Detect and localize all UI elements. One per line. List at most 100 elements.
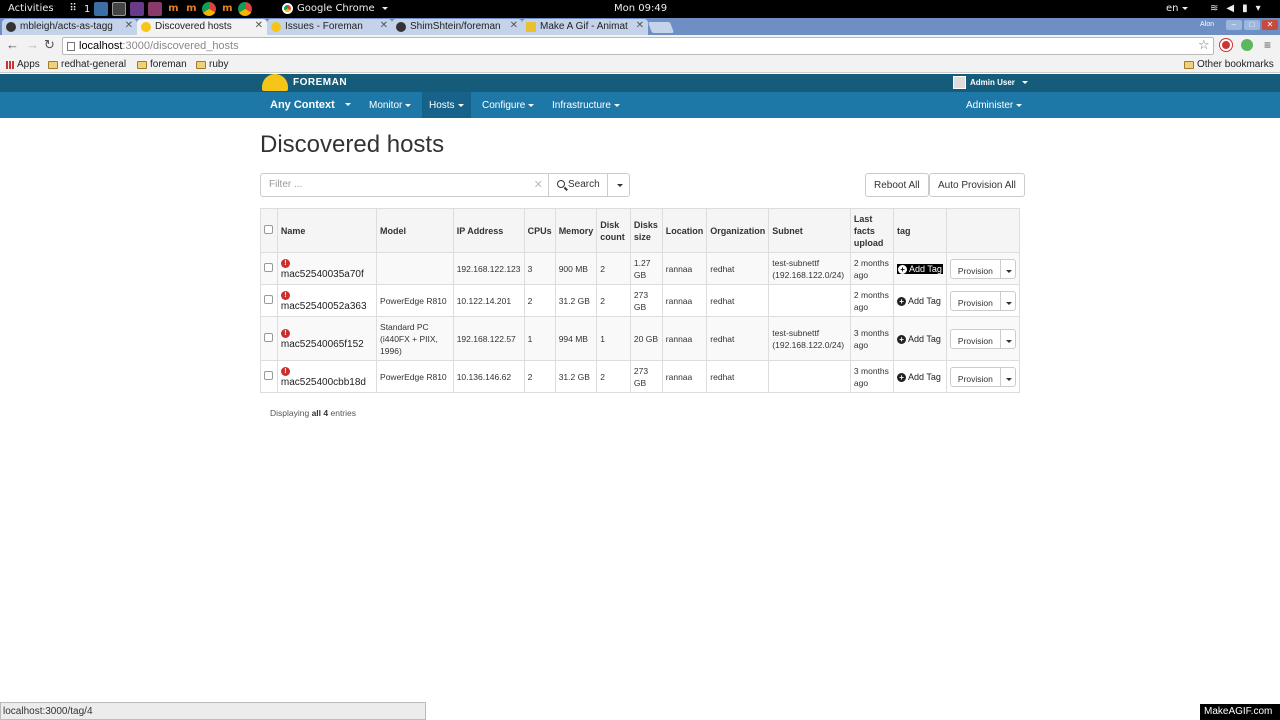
column-header[interactable]: Subnet [768, 208, 851, 253]
bookmarks-dropdown-button[interactable] [607, 173, 630, 197]
bookmark-folder[interactable]: foreman [137, 59, 187, 70]
host-link[interactable]: mac52540052a363 [281, 301, 367, 312]
bookmark-folder[interactable]: ruby [196, 59, 228, 70]
provision-button[interactable]: Provision [949, 366, 1001, 387]
column-header[interactable]: Memory [554, 208, 598, 253]
user-menu[interactable]: Admin User [953, 76, 1028, 89]
provision-button[interactable]: Provision [949, 290, 1001, 311]
new-tab-button[interactable] [647, 22, 675, 33]
maximize-icon[interactable]: □ [1244, 20, 1260, 30]
last-facts-cell: 2 months ago [849, 284, 895, 317]
app-menu[interactable]: Google Chrome [282, 3, 388, 14]
m-app-icon[interactable]: m [166, 2, 180, 16]
add-tag-link[interactable]: + Add Tag [897, 372, 941, 382]
browser-toolbar: ← → ↻ localhost:3000/discovered_hosts ☆ … [0, 35, 1280, 57]
context-selector[interactable]: Any Context [270, 99, 335, 111]
monitor-icon[interactable] [94, 2, 109, 16]
chrome-icon[interactable] [202, 2, 217, 16]
add-tag-link[interactable]: + Add Tag [897, 263, 943, 274]
host-link[interactable]: mac52540065f152 [281, 339, 364, 350]
column-header[interactable]: CPUs [523, 208, 556, 253]
add-tag-link[interactable]: + Add Tag [897, 334, 941, 344]
host-link[interactable]: mac525400cbb18d [281, 377, 366, 388]
forward-icon[interactable]: → [26, 38, 39, 52]
bookmark-folder[interactable]: redhat-general [48, 59, 126, 70]
select-all-checkbox[interactable] [264, 224, 273, 234]
brand-name[interactable]: FOREMAN [293, 77, 347, 88]
reload-icon[interactable]: ↻ [44, 38, 55, 52]
browser-tab[interactable]: Issues - Foreman ✕ [267, 19, 392, 35]
browser-tab[interactable]: mbleigh/acts-as-tagg ✕ [2, 19, 137, 35]
nav-hosts[interactable]: Hosts [422, 92, 471, 118]
minimize-icon[interactable]: – [1226, 20, 1242, 30]
activities-button[interactable]: Activities [8, 3, 54, 14]
column-header[interactable]: Organization [706, 208, 770, 253]
nav-infrastructure[interactable]: Infrastructure [545, 92, 627, 118]
other-bookmarks[interactable]: Other bookmarks [1184, 59, 1274, 70]
search-button[interactable]: Search [548, 173, 608, 197]
back-icon[interactable]: ← [6, 38, 19, 52]
close-icon[interactable]: ✕ [380, 20, 388, 31]
column-header[interactable]: Location [661, 208, 708, 253]
m-app-icon[interactable]: m [184, 2, 198, 16]
column-header[interactable]: Disks size [629, 208, 663, 253]
close-icon[interactable]: ✕ [255, 20, 263, 31]
provision-button[interactable]: Provision [949, 328, 1001, 349]
provision-dropdown-toggle[interactable] [1000, 328, 1016, 349]
browser-tab-active[interactable]: Discovered hosts ✕ [137, 19, 267, 36]
row-checkbox[interactable] [264, 262, 273, 272]
clock[interactable]: Mon 09:49 [614, 3, 667, 14]
close-icon[interactable]: ✕ [636, 20, 644, 31]
close-icon[interactable]: ✕ [1262, 20, 1278, 30]
game-icon[interactable] [148, 2, 163, 16]
reboot-all-button[interactable]: Reboot All [865, 173, 929, 197]
bookmark-star-icon[interactable]: ☆ [1198, 37, 1210, 53]
auto-provision-all-button[interactable]: Auto Provision All [929, 173, 1025, 197]
nav-monitor[interactable]: Monitor [362, 92, 418, 118]
column-header[interactable]: Model [376, 208, 454, 253]
provision-dropdown-toggle[interactable] [1000, 258, 1016, 279]
close-icon[interactable]: ✕ [125, 20, 133, 31]
host-link[interactable]: mac52540035a70f [281, 269, 364, 280]
terminal-icon[interactable] [112, 2, 127, 16]
host-name-cell: !mac52540052a363 [276, 284, 378, 317]
row-checkbox[interactable] [264, 332, 273, 342]
nav-administer[interactable]: Administer [959, 92, 1029, 118]
grid-icon[interactable]: ⠿ [66, 2, 80, 16]
workspace-indicator[interactable]: 1 [84, 4, 90, 15]
row-checkbox[interactable] [264, 370, 273, 380]
memory-cell: 31.2 GB [554, 284, 598, 317]
provision-button[interactable]: Provision [949, 258, 1001, 279]
browser-tab[interactable]: ShimShtein/foreman ✕ [392, 19, 522, 35]
chrome-icon[interactable] [238, 2, 253, 16]
m-app-icon[interactable]: m [220, 2, 234, 16]
column-header[interactable]: Disk count [596, 208, 631, 253]
extension-icon[interactable] [1220, 39, 1232, 51]
column-header[interactable]: IP Address [452, 208, 525, 253]
foreman-helmet-logo[interactable] [262, 74, 288, 91]
column-header[interactable]: Name [276, 208, 378, 253]
add-tag-link[interactable]: + Add Tag [897, 296, 941, 306]
extension-icon[interactable] [1241, 39, 1253, 51]
nav-configure[interactable]: Configure [475, 92, 541, 118]
provision-dropdown-toggle[interactable] [1000, 290, 1016, 311]
folder-icon [196, 60, 206, 69]
watermark: MakeAGIF.com [1200, 704, 1280, 720]
clear-icon[interactable]: ✕ [534, 178, 543, 191]
language-indicator[interactable]: en [1166, 3, 1188, 14]
menu-icon[interactable]: ≡ [1264, 38, 1271, 52]
provision-dropdown-toggle[interactable] [1000, 366, 1016, 387]
system-menu[interactable]: ≋ ◀ ▮ ▾ [1210, 3, 1261, 14]
address-bar[interactable]: localhost:3000/discovered_hosts [62, 37, 1214, 55]
column-header[interactable]: Last facts upload [849, 208, 895, 253]
disk-count-cell: 2 [596, 360, 631, 393]
chevron-down-icon[interactable] [345, 103, 351, 106]
search-input[interactable]: Filter ... ✕ [260, 173, 549, 197]
bookmark-apps[interactable]: Apps [6, 59, 40, 70]
browser-tab[interactable]: Make A Gif - Animat ✕ [522, 19, 648, 35]
profile-name[interactable]: Alon [1200, 21, 1215, 28]
close-icon[interactable]: ✕ [510, 20, 518, 31]
disk-count-cell: 2 [596, 284, 631, 317]
game-icon[interactable] [130, 2, 145, 16]
row-checkbox[interactable] [264, 294, 273, 304]
